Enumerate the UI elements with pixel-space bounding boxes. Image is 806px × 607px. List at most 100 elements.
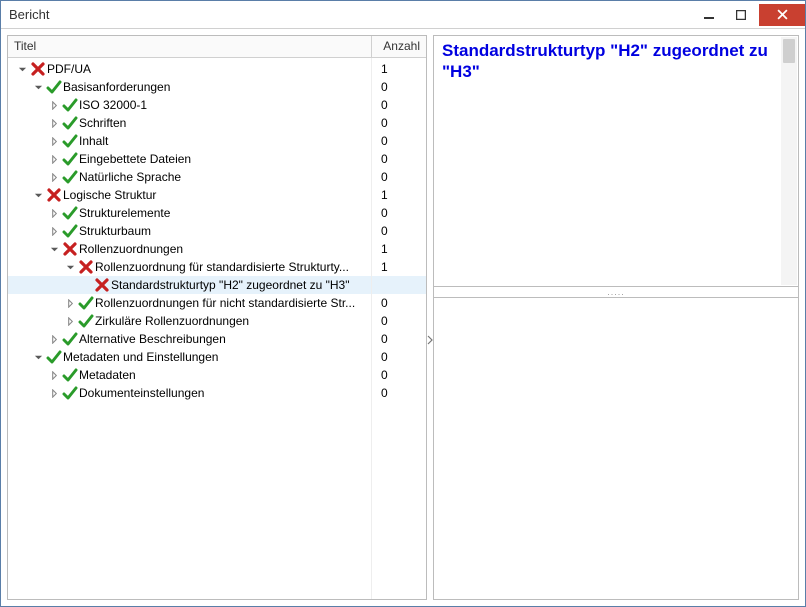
tree-row[interactable]: Basisanforderungen0 xyxy=(8,78,426,96)
tree-row-label: ISO 32000-1 xyxy=(79,96,372,114)
tree-row[interactable]: Strukturbaum0 xyxy=(8,222,426,240)
tree-row-label: Strukturbaum xyxy=(79,222,372,240)
chevron-right-icon[interactable] xyxy=(48,171,60,183)
chevron-down-icon[interactable] xyxy=(32,351,44,363)
check-icon xyxy=(61,114,79,132)
check-icon xyxy=(61,330,79,348)
chevron-right-icon[interactable] xyxy=(48,333,60,345)
tree-row-count: 1 xyxy=(372,60,426,78)
tree-row[interactable]: Alternative Beschreibungen0 xyxy=(8,330,426,348)
tree-row-count: 0 xyxy=(372,78,426,96)
tree-row-count: 1 xyxy=(372,186,426,204)
tree-row-count: 0 xyxy=(372,132,426,150)
tree-row-count: 0 xyxy=(372,96,426,114)
chevron-down-icon[interactable] xyxy=(32,189,44,201)
check-icon xyxy=(61,168,79,186)
check-icon xyxy=(61,366,79,384)
check-icon xyxy=(61,204,79,222)
tree-row[interactable]: Rollenzuordnung für standardisierte Stru… xyxy=(8,258,426,276)
chevron-down-icon[interactable] xyxy=(32,81,44,93)
tree-row-label: Schriften xyxy=(79,114,372,132)
tree-row-count: 1 xyxy=(372,258,426,276)
tree-row[interactable]: Metadaten und Einstellungen0 xyxy=(8,348,426,366)
scrollbar-thumb[interactable] xyxy=(783,39,795,63)
tree-row-label: Standardstrukturtyp "H2" zugeordnet zu "… xyxy=(111,276,372,294)
tree-row-label: Inhalt xyxy=(79,132,372,150)
tree-row[interactable]: ISO 32000-10 xyxy=(8,96,426,114)
tree-row-label: Logische Struktur xyxy=(63,186,372,204)
tree-row-count: 0 xyxy=(372,168,426,186)
content-area: Titel Anzahl PDF/UA1Basisanforderungen0I… xyxy=(1,29,805,606)
chevron-right-icon[interactable] xyxy=(48,369,60,381)
column-separator xyxy=(371,58,372,599)
tree-row-label: Dokumenteinstellungen xyxy=(79,384,372,402)
tree-row-label: Strukturelemente xyxy=(79,204,372,222)
chevron-right-icon[interactable] xyxy=(64,297,76,309)
tree-row[interactable]: Zirkuläre Rollenzuordnungen0 xyxy=(8,312,426,330)
tree-row[interactable]: PDF/UA1 xyxy=(8,60,426,78)
check-icon xyxy=(61,384,79,402)
cross-icon xyxy=(29,60,47,78)
tree-row-count: 0 xyxy=(372,150,426,168)
column-header-title[interactable]: Titel xyxy=(8,36,372,57)
tree-row[interactable]: Inhalt0 xyxy=(8,132,426,150)
horizontal-splitter[interactable]: ..... xyxy=(433,287,799,297)
chevron-right-icon[interactable] xyxy=(64,315,76,327)
chevron-right-icon[interactable] xyxy=(48,117,60,129)
tree-body[interactable]: PDF/UA1Basisanforderungen0ISO 32000-10Sc… xyxy=(8,58,426,599)
tree-row-count: 0 xyxy=(372,114,426,132)
cross-icon xyxy=(61,240,79,258)
chevron-right-icon[interactable] xyxy=(48,99,60,111)
chevron-right-icon[interactable] xyxy=(48,135,60,147)
maximize-button[interactable] xyxy=(725,4,757,26)
minimize-button[interactable] xyxy=(693,4,725,26)
check-icon xyxy=(61,222,79,240)
tree-row[interactable]: Dokumenteinstellungen0 xyxy=(8,384,426,402)
close-button[interactable] xyxy=(759,4,805,26)
tree-row-count: 0 xyxy=(372,294,426,312)
chevron-down-icon[interactable] xyxy=(64,261,76,273)
expander-none xyxy=(80,279,92,291)
check-icon xyxy=(61,96,79,114)
chevron-right-icon[interactable] xyxy=(48,207,60,219)
window-title: Bericht xyxy=(9,7,693,22)
tree-row[interactable]: Logische Struktur1 xyxy=(8,186,426,204)
tree-row-count: 0 xyxy=(372,222,426,240)
tree-row-count: 0 xyxy=(372,330,426,348)
column-header-count[interactable]: Anzahl xyxy=(372,36,426,57)
cross-icon xyxy=(45,186,63,204)
tree-row-count: 0 xyxy=(372,366,426,384)
chevron-right-icon[interactable] xyxy=(48,387,60,399)
pane-collapse-button[interactable] xyxy=(427,335,434,349)
check-icon xyxy=(61,150,79,168)
tree-pane: Titel Anzahl PDF/UA1Basisanforderungen0I… xyxy=(7,35,427,600)
detail-top-panel: Standardstrukturtyp "H2" zugeordnet zu "… xyxy=(433,35,799,287)
tree-row-label: PDF/UA xyxy=(47,60,372,78)
chevron-right-icon[interactable] xyxy=(48,153,60,165)
tree-row[interactable]: Natürliche Sprache0 xyxy=(8,168,426,186)
tree-row-label: Metadaten und Einstellungen xyxy=(63,348,372,366)
cross-icon xyxy=(77,258,95,276)
chevron-right-icon[interactable] xyxy=(48,225,60,237)
check-icon xyxy=(45,78,63,96)
tree-row[interactable]: Strukturelemente0 xyxy=(8,204,426,222)
cross-icon xyxy=(93,276,111,294)
detail-headline: Standardstrukturtyp "H2" zugeordnet zu "… xyxy=(442,40,790,83)
chevron-down-icon[interactable] xyxy=(16,63,28,75)
tree-row[interactable]: Metadaten0 xyxy=(8,366,426,384)
tree-row[interactable]: Rollenzuordnungen für nicht standardisie… xyxy=(8,294,426,312)
tree-row-label: Basisanforderungen xyxy=(63,78,372,96)
tree-row[interactable]: Rollenzuordnungen1 xyxy=(8,240,426,258)
tree-row-label: Rollenzuordnungen für nicht standardisie… xyxy=(95,294,372,312)
detail-pane: Standardstrukturtyp "H2" zugeordnet zu "… xyxy=(433,35,799,600)
tree-row[interactable]: Standardstrukturtyp "H2" zugeordnet zu "… xyxy=(8,276,426,294)
check-icon xyxy=(45,348,63,366)
tree-row[interactable]: Eingebettete Dateien0 xyxy=(8,150,426,168)
tree-row-label: Alternative Beschreibungen xyxy=(79,330,372,348)
tree-row-count: 0 xyxy=(372,312,426,330)
tree-row[interactable]: Schriften0 xyxy=(8,114,426,132)
detail-bottom-panel xyxy=(433,297,799,600)
tree-row-label: Eingebettete Dateien xyxy=(79,150,372,168)
chevron-down-icon[interactable] xyxy=(48,243,60,255)
scrollbar[interactable] xyxy=(781,37,797,285)
